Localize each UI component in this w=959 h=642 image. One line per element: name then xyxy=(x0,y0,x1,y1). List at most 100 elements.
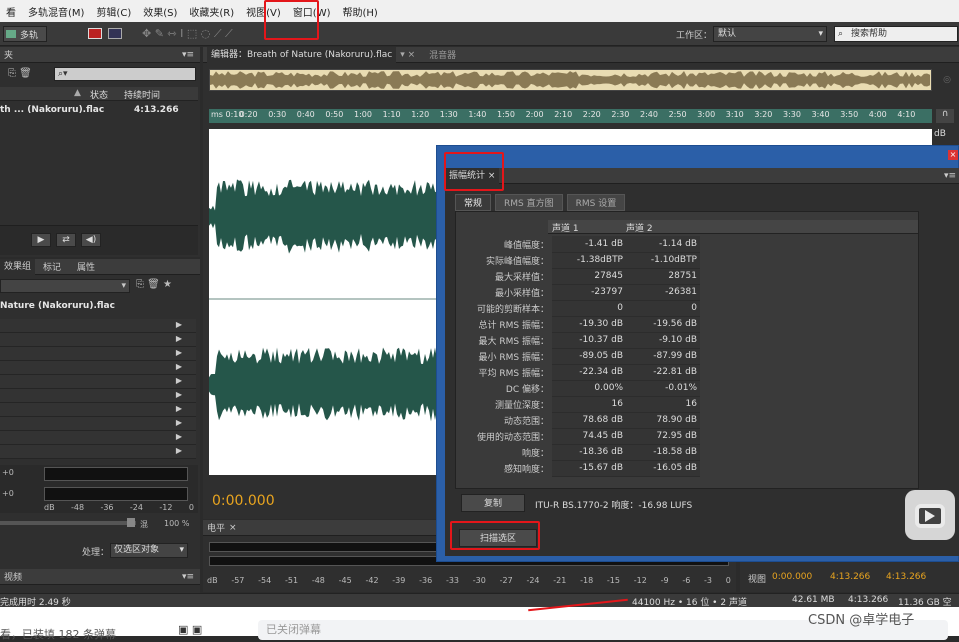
multitrack-label: 多轨 xyxy=(20,30,39,41)
time-ruler[interactable]: ms 0:10 0:20 0:30 0:40 0:50 1:00 1:10 1:20 1:30 1… xyxy=(209,109,932,123)
panel-menu-icon[interactable]: ▾≡ xyxy=(944,171,956,181)
tab-video[interactable]: 视频 xyxy=(4,570,22,583)
annotation-box-scan xyxy=(450,521,540,550)
stats-label: 最大采样值： xyxy=(494,272,549,283)
waveform-view-icon[interactable] xyxy=(88,28,102,39)
effect-slot[interactable]: ▶ xyxy=(0,319,196,333)
mix-slider[interactable] xyxy=(127,518,135,527)
import-icon[interactable]: ⎘ 🗑 xyxy=(8,68,32,79)
level-tick: -42 xyxy=(365,576,379,585)
expand-icon[interactable]: ▶ xyxy=(176,446,182,455)
meter-tick: -24 xyxy=(129,503,143,512)
process-select[interactable]: 仅选区对象 ▾ xyxy=(110,543,188,558)
effect-slot[interactable]: ▶ xyxy=(0,361,196,375)
expand-icon[interactable]: ▶ xyxy=(176,320,182,329)
view-end[interactable]: 4:13.266 xyxy=(830,572,870,582)
tab-mixer[interactable]: 混音器 xyxy=(429,48,456,61)
ruler-tick: 4:10 xyxy=(897,110,916,119)
expand-icon[interactable]: ▶ xyxy=(176,432,182,441)
copy-button[interactable]: 复制 xyxy=(461,494,525,512)
ruler-tick: 1:20 xyxy=(411,110,430,119)
preset-select[interactable]: ▾ xyxy=(0,279,130,293)
meter-tick: -48 xyxy=(70,503,85,512)
tab-general[interactable]: 常规 xyxy=(455,194,492,211)
play-icon[interactable]: ▶ xyxy=(31,233,51,247)
stats-row: 实际峰值幅度： -1.38dBTP -1.10dBTP xyxy=(456,252,700,269)
menu-item-2[interactable]: 剪辑(C) xyxy=(90,4,137,19)
effect-slot[interactable]: ▶ xyxy=(0,445,196,459)
menu-item-4[interactable]: 收藏夹(R) xyxy=(183,4,240,19)
menu-item-0[interactable]: 看 xyxy=(0,4,22,19)
col-duration[interactable]: 持续时间 xyxy=(124,88,160,101)
expand-icon[interactable]: ▶ xyxy=(176,418,182,427)
expand-icon[interactable]: ▶ xyxy=(176,404,182,413)
view-duration[interactable]: 4:13.266 xyxy=(886,572,926,582)
stats-row: 总计 RMS 振幅： -19.30 dB -19.56 dB xyxy=(456,316,700,333)
expand-icon[interactable]: ▶ xyxy=(176,362,182,371)
loop-icon[interactable]: ⇄ xyxy=(56,233,76,247)
effect-slot[interactable]: ▶ xyxy=(0,389,196,403)
stats-label: 最小 RMS 振幅： xyxy=(478,352,549,363)
close-icon[interactable]: × xyxy=(948,150,958,160)
tab-effects-rack[interactable]: 效果组 xyxy=(0,258,36,275)
menu-item-7[interactable]: 帮助(H) xyxy=(337,4,384,19)
preset-icons[interactable]: ⎘ 🗑 ★ xyxy=(136,279,172,290)
files-search-input[interactable]: ⌕▾ xyxy=(54,67,196,81)
expand-icon[interactable]: ▶ xyxy=(176,376,182,385)
panel-menu-icon[interactable]: ▾≡ xyxy=(182,572,194,582)
ruler-tick: 3:00 xyxy=(697,110,716,119)
tab-editor[interactable]: 编辑器：Breath of Nature (Nakoruru).flac xyxy=(207,46,397,63)
ruler-tick: 3:40 xyxy=(811,110,830,119)
tab-markers[interactable]: 标记 xyxy=(35,260,69,273)
headphones-icon[interactable]: ∩ xyxy=(936,109,954,123)
stats-value-ch2: 72.95 dB xyxy=(626,428,700,445)
tab-properties[interactable]: 属性 xyxy=(69,260,103,273)
sort-icon[interactable]: ▲ xyxy=(74,88,81,98)
tab-editor-menu-icon[interactable]: ▾ × xyxy=(400,50,415,60)
mix-value: 100 % xyxy=(164,519,190,528)
effect-slot[interactable]: ▶ xyxy=(0,347,196,361)
effect-slot[interactable]: ▶ xyxy=(0,403,196,417)
multitrack-button[interactable]: 多轨 xyxy=(3,26,47,42)
view-start[interactable]: 0:00.000 xyxy=(772,572,812,582)
volume-icon[interactable]: ◀) xyxy=(81,233,101,247)
effect-slot[interactable]: ▶ xyxy=(0,417,196,431)
danmaku-icon[interactable]: ▣ ▣ xyxy=(178,623,202,636)
stats-row: 峰值幅度： -1.41 dB -1.14 dB xyxy=(456,236,700,253)
ruler-tick: 2:00 xyxy=(525,110,544,119)
col-status[interactable]: 状态 xyxy=(90,88,108,101)
spectral-view-icon[interactable] xyxy=(108,28,122,39)
expand-icon[interactable]: ▶ xyxy=(176,334,182,343)
expand-icon[interactable]: ▶ xyxy=(176,348,182,357)
close-icon[interactable]: × xyxy=(229,523,237,533)
effect-slot[interactable]: ▶ xyxy=(0,431,196,445)
toolbar: 多轨 ✥ ✎ ⇿ I ⬚ ◌ ⟋ ⟋ 工作区： 默认 ▾ ⌕ 搜索帮助 xyxy=(0,22,959,46)
tab-rms-histogram[interactable]: RMS 直方图 xyxy=(495,194,563,211)
file-name[interactable]: th ... (Nakoruru).flac xyxy=(0,105,104,115)
tool-icons[interactable]: ✥ ✎ ⇿ I ⬚ ◌ ⟋ ⟋ xyxy=(142,27,233,41)
multitrack-icon xyxy=(6,30,16,38)
menu-item-3[interactable]: 效果(S) xyxy=(137,4,183,19)
overview-waveform-graphic xyxy=(210,70,931,90)
menu-item-1[interactable]: 多轨混音(M) xyxy=(22,4,90,19)
ruler-tick: 1:10 xyxy=(382,110,401,119)
panel-menu-icon[interactable]: ▾≡ xyxy=(182,50,194,60)
zoom-icon[interactable]: ◎ xyxy=(936,69,958,91)
expand-icon[interactable]: ▶ xyxy=(176,390,182,399)
effect-slot[interactable]: ▶ xyxy=(0,375,196,389)
workspace-select[interactable]: 默认 ▾ xyxy=(713,26,827,42)
chevron-down-icon: ▾ xyxy=(179,545,184,555)
ruler-tick: 3:30 xyxy=(783,110,801,119)
stats-label: 平均 RMS 振幅： xyxy=(478,368,549,379)
search-help-input[interactable]: ⌕ 搜索帮助 xyxy=(834,26,958,42)
stats-value-ch2: -16.05 dB xyxy=(626,460,700,477)
search-icon: ⌕ xyxy=(838,29,844,39)
meter-tick: -36 xyxy=(100,503,114,512)
tab-rms-settings[interactable]: RMS 设置 xyxy=(566,194,626,211)
stats-value-ch2: -22.81 dB xyxy=(626,364,700,381)
overview-waveform[interactable] xyxy=(209,69,932,91)
effect-slot[interactable]: ▶ xyxy=(0,333,196,347)
stats-row: 响度： -18.36 dB -18.58 dB xyxy=(456,444,700,461)
stats-row: 测量位深度： 16 16 xyxy=(456,396,700,413)
level-tick: -48 xyxy=(311,576,325,585)
